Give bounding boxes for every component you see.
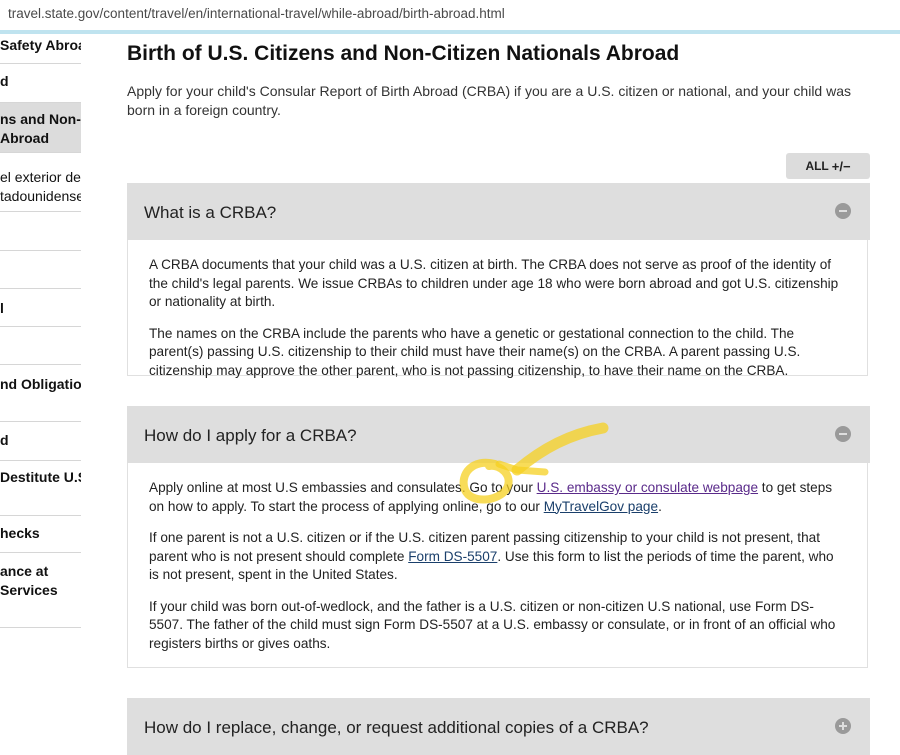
expand-all-button[interactable]: ALL +/− bbox=[786, 153, 870, 179]
page-title: Birth of U.S. Citizens and Non-Citizen N… bbox=[127, 42, 680, 65]
form-ds-5507-link[interactable]: Form DS-5507 bbox=[408, 549, 497, 564]
sidebar-item-checks[interactable]: hecks bbox=[0, 516, 81, 553]
sidebar-item-l[interactable]: l bbox=[0, 289, 81, 327]
sidebar-item-label: d bbox=[0, 432, 9, 448]
sidebar-item-safety-abroad[interactable]: Safety Abroad bbox=[0, 34, 81, 64]
plus-minus-icon: +/− bbox=[831, 158, 851, 174]
paragraph-text: Apply online at most U.S embassies and c… bbox=[149, 480, 537, 495]
accordion-header-replace-crba[interactable]: How do I replace, change, or request add… bbox=[127, 698, 870, 755]
sidebar-item-label: el exterior de bbox=[0, 169, 81, 185]
sidebar-nav: Safety Abroad d ns and Non- Abroad el ex… bbox=[0, 34, 81, 732]
accordion-title: How do I apply for a CRBA? bbox=[144, 426, 357, 445]
accordion-header-what-is-crba[interactable]: What is a CRBA? bbox=[127, 183, 870, 240]
sidebar-item-blank-3[interactable] bbox=[0, 327, 81, 365]
sidebar-item-label: Services bbox=[0, 582, 58, 598]
sidebar-item-label: Destitute U.S. bbox=[0, 469, 81, 485]
sidebar-item-label: Safety Abroad bbox=[0, 37, 81, 53]
paragraph: If one parent is not a U.S. citizen or i… bbox=[149, 529, 846, 585]
accordion-title: What is a CRBA? bbox=[144, 203, 277, 222]
sidebar-item-birth-abroad[interactable]: ns and Non- Abroad bbox=[0, 103, 81, 153]
address-bar[interactable]: travel.state.gov/content/travel/en/inter… bbox=[0, 0, 900, 30]
embassy-webpage-link[interactable]: U.S. embassy or consulate webpage bbox=[537, 480, 758, 495]
intro-text: Apply for your child's Consular Report o… bbox=[127, 83, 852, 118]
paragraph: Apply online at most U.S embassies and c… bbox=[149, 479, 846, 516]
sidebar-item-label: nd Obligations bbox=[0, 376, 81, 392]
accordion-header-how-to-apply[interactable]: How do I apply for a CRBA? bbox=[127, 406, 870, 463]
mytravelgov-link[interactable]: MyTravelGov page bbox=[544, 499, 658, 514]
url-text[interactable]: travel.state.gov/content/travel/en/inter… bbox=[8, 6, 505, 21]
sidebar-item-blank-2[interactable] bbox=[0, 251, 81, 289]
accordion-body-what-is-crba: A CRBA documents that your child was a U… bbox=[127, 240, 868, 378]
sidebar-item-spanish[interactable]: el exterior de tadounidenses bbox=[0, 153, 81, 212]
sidebar-item-label: d bbox=[0, 73, 9, 89]
sidebar-item-blank-1[interactable] bbox=[0, 212, 81, 251]
minus-circle-icon[interactable] bbox=[835, 426, 851, 442]
paragraph: A CRBA documents that your child was a U… bbox=[149, 257, 839, 309]
paragraph-text: . bbox=[658, 498, 662, 514]
sidebar-item-label: ance at bbox=[0, 563, 49, 579]
minus-circle-icon[interactable] bbox=[835, 203, 851, 219]
header-accent-line bbox=[0, 30, 900, 34]
paragraph: If your child was born out-of-wedlock, a… bbox=[149, 598, 836, 651]
sidebar-item-d[interactable]: d bbox=[0, 64, 81, 103]
sidebar-item-label: Abroad bbox=[0, 130, 49, 146]
accordion-title: How do I replace, change, or request add… bbox=[144, 718, 649, 737]
sidebar-item-label: hecks bbox=[0, 525, 40, 541]
sidebar-item-label: ns and Non- bbox=[0, 111, 81, 127]
paragraph: The names on the CRBA include the parent… bbox=[149, 325, 801, 378]
sidebar-item-label: tadounidenses bbox=[0, 188, 81, 204]
sidebar-item-services[interactable]: ance at Services bbox=[0, 553, 81, 628]
expand-all-label: ALL bbox=[805, 159, 829, 173]
sidebar-item-label: l bbox=[0, 300, 4, 316]
sidebar-item-d-2[interactable]: d bbox=[0, 422, 81, 461]
sidebar-item-obligations[interactable]: nd Obligations bbox=[0, 365, 81, 422]
sidebar-item-destitute[interactable]: Destitute U.S. bbox=[0, 461, 81, 516]
accordion-body-how-to-apply: Apply online at most U.S embassies and c… bbox=[127, 463, 868, 668]
